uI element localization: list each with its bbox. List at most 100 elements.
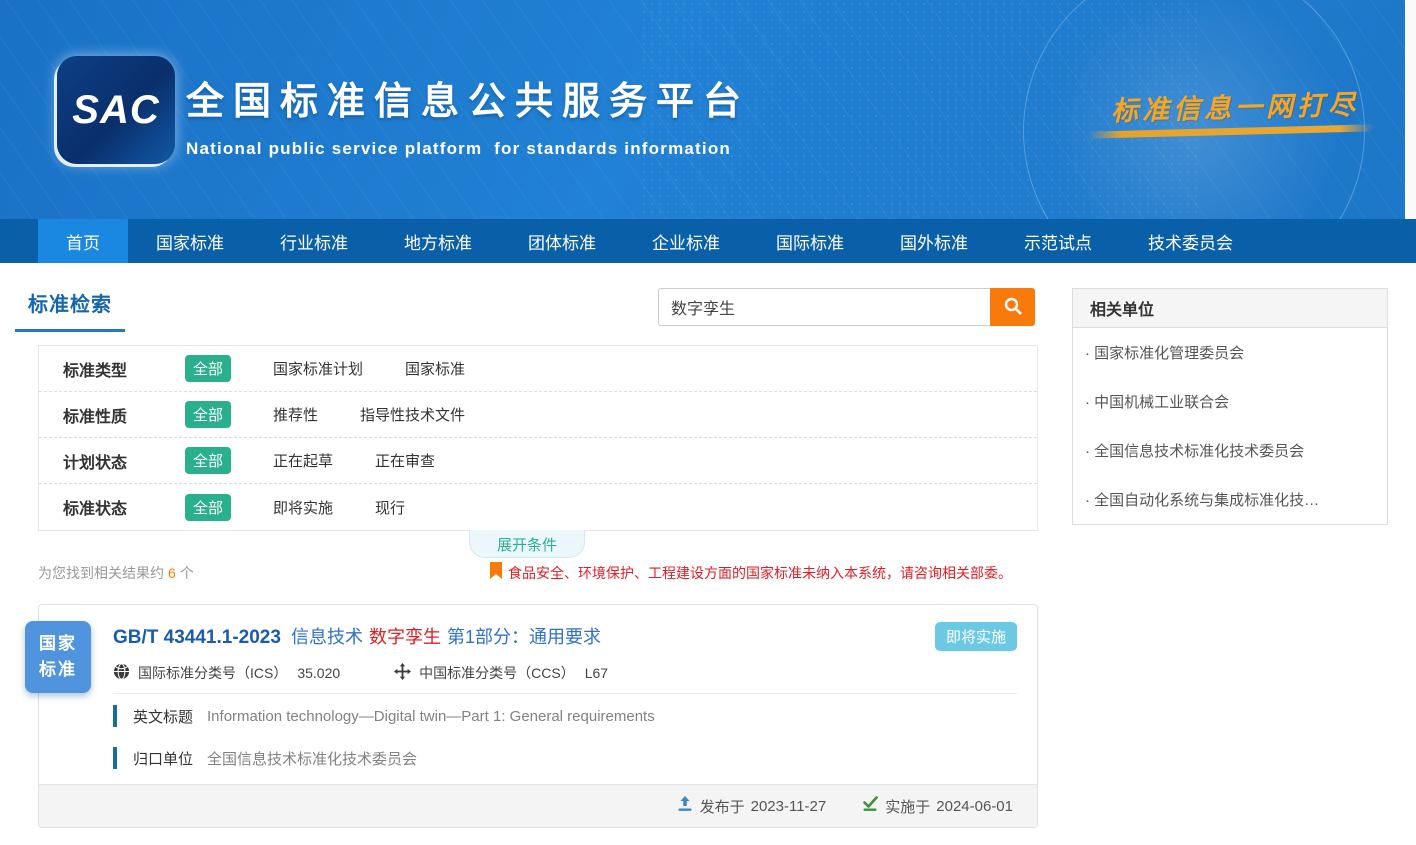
card-divider xyxy=(113,693,1017,694)
standard-title-highlight: 数字孪生 xyxy=(369,627,441,647)
header-slogan: 标准信息一网打尽 xyxy=(1090,82,1381,129)
search-button[interactable] xyxy=(990,288,1035,326)
nav-item-home[interactable]: 首页 xyxy=(38,219,128,263)
filter-all-badge[interactable]: 全部 xyxy=(185,355,231,382)
publish-icon xyxy=(677,796,700,816)
filter-option[interactable]: 正在起草 xyxy=(273,450,333,471)
tag-line2: 标准 xyxy=(39,657,77,683)
english-title-row: 英文标题 Information technology—Digital twin… xyxy=(113,705,655,727)
committee-row: 归口单位 全国信息技术标准化技术委员会 xyxy=(113,747,417,769)
system-notice: 食品安全、环境保护、工程建设方面的国家标准未纳入本系统，请咨询相关部委。 xyxy=(490,562,1012,584)
sidebar-item-sac[interactable]: 国家标准化管理委员会 xyxy=(1073,328,1387,377)
card-footer: 发布于 2023-11-27 实施于 2024-06-01 xyxy=(39,784,1037,827)
tab-standard-search[interactable]: 标准检索 xyxy=(15,288,125,332)
filter-row-plan-status: 计划状态 全部 正在起草 正在审查 xyxy=(39,438,1037,484)
site-header: SAC 全国标准信息公共服务平台 National public service… xyxy=(0,0,1405,219)
nav-item-local-standards[interactable]: 地方标准 xyxy=(376,219,500,263)
related-organizations-panel: 相关单位 国家标准化管理委员会 中国机械工业联合会 全国信息技术标准化技术委员会… xyxy=(1072,288,1388,525)
filter-panel: 标准类型 全部 国家标准计划 国家标准 标准性质 全部 推荐性 指导性技术文件 … xyxy=(38,345,1038,531)
publish-date: 2023-11-27 xyxy=(751,798,827,815)
nav-item-industry-standards[interactable]: 行业标准 xyxy=(252,219,376,263)
publish-label: 发布于 xyxy=(700,796,745,817)
result-count-suffix: 个 xyxy=(180,565,194,581)
ics-label: 国际标准分类号（ICS） xyxy=(138,663,287,683)
ccs-value: L67 xyxy=(585,665,608,681)
filter-row-standard-nature: 标准性质 全部 推荐性 指导性技术文件 xyxy=(39,392,1037,438)
site-title-block: 全国标准信息公共服务平台 National public service pla… xyxy=(186,70,750,159)
nav-item-foreign-standards[interactable]: 国外标准 xyxy=(872,219,996,263)
ics-value: 35.020 xyxy=(297,665,340,681)
filter-label: 计划状态 xyxy=(63,449,159,473)
filter-option[interactable]: 国家标准 xyxy=(405,358,465,379)
filter-all-badge[interactable]: 全部 xyxy=(185,494,231,521)
notice-text: 食品安全、环境保护、工程建设方面的国家标准未纳入本系统，请咨询相关部委。 xyxy=(508,563,1012,583)
bookmark-icon xyxy=(490,562,502,584)
site-subtitle: National public service platform for sta… xyxy=(186,139,750,159)
nav-item-international-standards[interactable]: 国际标准 xyxy=(748,219,872,263)
sidebar-item-it-standardization-committee[interactable]: 全国信息技术标准化技术委员会 xyxy=(1073,426,1387,475)
standard-title-link[interactable]: GB/T 43441.1-2023 信息技术数字孪生第1部分：通用要求 xyxy=(113,623,1017,649)
implement-date-item: 实施于 2024-06-01 xyxy=(862,796,1013,817)
site-title: 全国标准信息公共服务平台 xyxy=(186,70,750,125)
status-badge: 即将实施 xyxy=(935,622,1017,651)
filter-row-standard-status: 标准状态 全部 即将实施 现行 xyxy=(39,484,1037,530)
detail-value: 全国信息技术标准化技术委员会 xyxy=(207,748,417,769)
result-count-number: 6 xyxy=(168,565,176,581)
check-icon xyxy=(862,796,885,816)
filter-option[interactable]: 正在审查 xyxy=(375,450,435,471)
filter-row-standard-type: 标准类型 全部 国家标准计划 国家标准 xyxy=(39,346,1037,392)
standard-code: GB/T 43441.1-2023 xyxy=(113,627,281,648)
expand-conditions-button[interactable]: 展开条件 xyxy=(469,530,585,558)
filter-option[interactable]: 推荐性 xyxy=(273,404,318,425)
main-nav: 首页 国家标准 行业标准 地方标准 团体标准 企业标准 国际标准 国外标准 示范… xyxy=(0,219,1416,263)
search-box xyxy=(658,288,1035,326)
implement-label: 实施于 xyxy=(885,796,930,817)
standard-result-card: 国家 标准 GB/T 43441.1-2023 信息技术数字孪生第1部分：通用要求… xyxy=(38,604,1038,828)
filter-all-badge[interactable]: 全部 xyxy=(185,447,231,474)
compass-icon xyxy=(394,663,419,683)
nav-item-technical-committee[interactable]: 技术委员会 xyxy=(1120,219,1261,263)
sidebar-header: 相关单位 xyxy=(1073,289,1387,328)
national-standard-tag[interactable]: 国家 标准 xyxy=(25,621,91,693)
filter-label: 标准性质 xyxy=(63,403,159,427)
filter-option[interactable]: 国家标准计划 xyxy=(273,358,363,379)
filter-option[interactable]: 现行 xyxy=(375,497,405,518)
filter-label: 标准状态 xyxy=(63,495,159,519)
detail-label: 归口单位 xyxy=(133,748,193,769)
implement-date: 2024-06-01 xyxy=(936,798,1013,815)
result-line: 为您找到相关结果约6个 食品安全、环境保护、工程建设方面的国家标准未纳入本系统，… xyxy=(38,562,1038,584)
search-input[interactable] xyxy=(658,288,990,326)
ccs-classification: 中国标准分类号（CCS） L67 xyxy=(394,663,608,683)
scrollbar-track[interactable] xyxy=(1405,0,1416,219)
filter-label: 标准类型 xyxy=(63,357,159,381)
filter-all-badge[interactable]: 全部 xyxy=(185,401,231,428)
sidebar-title: 相关单位 xyxy=(1090,296,1154,320)
tag-line1: 国家 xyxy=(39,631,77,657)
ics-classification: 国际标准分类号（ICS） 35.020 xyxy=(113,663,340,683)
detail-value: Information technology—Digital twin—Part… xyxy=(207,708,655,725)
sidebar-item-machinery-federation[interactable]: 中国机械工业联合会 xyxy=(1073,377,1387,426)
standard-title-part1: 信息技术 xyxy=(291,627,363,647)
sac-logo-text: SAC xyxy=(72,88,159,133)
sac-logo[interactable]: SAC xyxy=(57,56,175,164)
standard-title-part2: 第1部分：通用要求 xyxy=(447,627,601,647)
accent-bar xyxy=(113,705,117,727)
sidebar-item-automation-committee[interactable]: 全国自动化系统与集成标准化技… xyxy=(1073,475,1387,524)
filter-option[interactable]: 即将实施 xyxy=(273,497,333,518)
nav-item-enterprise-standards[interactable]: 企业标准 xyxy=(624,219,748,263)
card-header: GB/T 43441.1-2023信息技术数字孪生第1部分：通用要求 即将实施 … xyxy=(113,605,1017,683)
filter-option[interactable]: 指导性技术文件 xyxy=(360,404,465,425)
ccs-label: 中国标准分类号（CCS） xyxy=(419,663,575,683)
nav-item-national-standards[interactable]: 国家标准 xyxy=(128,219,252,263)
result-count: 为您找到相关结果约6个 xyxy=(38,563,194,583)
nav-item-pilot[interactable]: 示范试点 xyxy=(996,219,1120,263)
publish-date-item: 发布于 2023-11-27 xyxy=(677,796,827,817)
classification-row: 国际标准分类号（ICS） 35.020 中国标准分类号（CCS） L67 xyxy=(113,663,1017,683)
accent-bar xyxy=(113,747,117,769)
nav-item-group-standards[interactable]: 团体标准 xyxy=(500,219,624,263)
globe-icon xyxy=(113,663,138,683)
result-count-prefix: 为您找到相关结果约 xyxy=(38,565,164,581)
search-icon xyxy=(1003,296,1023,319)
detail-label: 英文标题 xyxy=(133,706,193,727)
page: SAC 全国标准信息公共服务平台 National public service… xyxy=(0,0,1416,845)
